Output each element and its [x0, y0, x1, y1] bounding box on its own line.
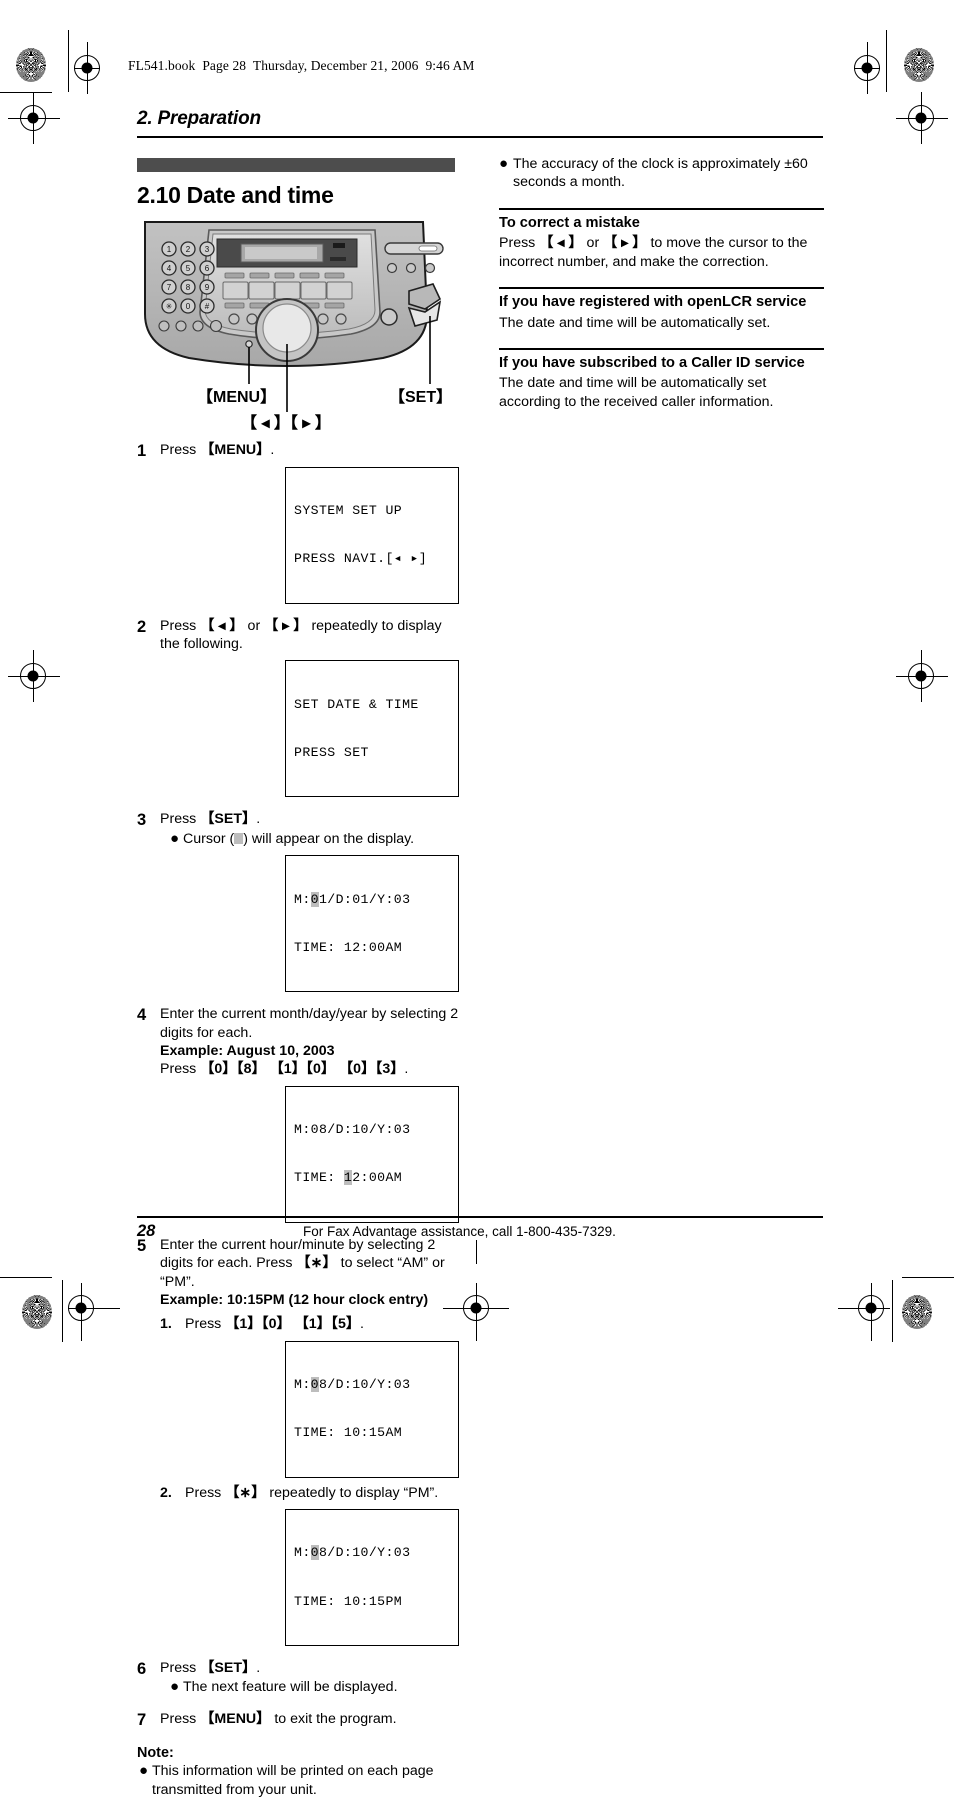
- svg-text:9: 9: [205, 283, 210, 292]
- heading-openlcr: If you have registered with openLCR serv…: [499, 293, 807, 310]
- svg-text:1: 1: [167, 245, 172, 254]
- step-1: 1 Press 【MENU】. SYSTEM SET UP PRESS NAVI…: [137, 441, 459, 604]
- substep-1-number: 1.: [160, 1316, 172, 1333]
- step-4: 4 Enter the current month/day/year by se…: [137, 1005, 459, 1223]
- svg-text:2: 2: [186, 245, 191, 254]
- svg-text:5: 5: [186, 264, 191, 273]
- step-7-number: 7: [137, 1711, 147, 1730]
- substep-1-text: Press 【1】【0】 【1】【5】.: [185, 1316, 364, 1333]
- callout-label-menu: 【MENU】: [197, 389, 277, 407]
- lcd-line-1: M:01/D:01/Y:03: [294, 891, 411, 907]
- step-5: 5 Enter the current hour/minute by selec…: [137, 1236, 459, 1646]
- page-number: 28: [137, 1222, 156, 1240]
- note-bullet-text: This information will be printed on each…: [152, 1763, 434, 1798]
- lcd-line-1: SET DATE & TIME: [294, 696, 419, 712]
- clock-accuracy-text: The accuracy of the clock is approximate…: [513, 156, 808, 191]
- step-6: 6 Press 【SET】. ● The next feature will b…: [137, 1659, 459, 1697]
- step-2-number: 2: [137, 617, 147, 636]
- step-1-text: Press 【MENU】.: [160, 442, 275, 459]
- step-4-text: Enter the current month/day/year by sele…: [160, 1006, 459, 1078]
- lcd-display-initial-date: M:01/D:01/Y:03 TIME: 12:00AM: [285, 855, 459, 993]
- bullet-icon: ●: [170, 1678, 180, 1696]
- heading-correct-mistake: To correct a mistake: [499, 214, 640, 231]
- lcd-display-system-setup: SYSTEM SET UP PRESS NAVI.[◂ ▸]: [285, 466, 459, 604]
- section-accent-bar: [137, 158, 455, 172]
- clock-accuracy-bullet: ● The accuracy of the clock is approxima…: [499, 155, 824, 192]
- step-6-bullet-text: The next feature will be displayed.: [183, 1679, 398, 1696]
- step-6-text: Press 【SET】.: [160, 1659, 261, 1676]
- step-5-text: Enter the current hour/minute by selecti…: [160, 1236, 445, 1309]
- left-column: 2.10 Date and time 1 2 3 4 5 6 7 8 9 ✳ 0…: [137, 158, 459, 1799]
- substep-2-number: 2.: [160, 1484, 172, 1501]
- step-3-bullet-text: Cursor () will appear on the display.: [183, 830, 415, 847]
- cursor-swatch: [234, 832, 244, 844]
- lcd-line-1: SYSTEM SET UP: [294, 502, 403, 518]
- svg-text:6: 6: [205, 264, 210, 273]
- body-caller-id: The date and time will be automatically …: [499, 375, 774, 410]
- svg-text:#: #: [205, 302, 210, 311]
- footer-rule: [137, 1216, 823, 1218]
- step-7: 7 Press 【MENU】 to exit the program.: [137, 1710, 459, 1731]
- body-openlcr: The date and time will be automatically …: [499, 314, 771, 331]
- callout-label-navigation: 【 ◂ 】【 ▸ 】: [241, 415, 331, 433]
- chapter-title: 2. Preparation: [137, 108, 261, 129]
- lcd-line-1: M:08/D:10/Y:03: [294, 1122, 411, 1138]
- step-2: 2 Press 【 ◂ 】 or 【 ▸ 】 repeatedly to dis…: [137, 617, 459, 798]
- step-6-bullet: ● The next feature will be displayed.: [160, 1678, 459, 1697]
- step-7-text: Press 【MENU】 to exit the program.: [160, 1711, 397, 1728]
- menu-button-on-device: [245, 340, 253, 349]
- footer-assistance-text: For Fax Advantage assistance, call 1-800…: [303, 1224, 616, 1239]
- step-3-number: 3: [137, 811, 147, 830]
- substep-2-text: Press 【∗】 repeatedly to display “PM”.: [185, 1484, 439, 1501]
- step-3-text: Press 【SET】.: [160, 811, 261, 828]
- svg-text:✳: ✳: [166, 302, 173, 311]
- step-5-number: 5: [137, 1236, 147, 1255]
- lcd-display-time-am: M:08/D:10/Y:03 TIME: 10:15AM: [285, 1340, 459, 1478]
- lcd-line-1: M:08/D:10/Y:03: [294, 1545, 411, 1561]
- step-2-text: Press 【 ◂ 】 or 【 ▸ 】 repeatedly to displ…: [160, 617, 442, 652]
- callout-label-set: 【SET】: [389, 389, 453, 407]
- lcd-display-entered-date: M:08/D:10/Y:03 TIME: 12:00AM: [285, 1085, 459, 1223]
- step-3-bullet: ● Cursor () will appear on the display.: [160, 830, 459, 849]
- lcd-display-time-pm: M:08/D:10/Y:03 TIME: 10:15PM: [285, 1509, 459, 1646]
- divider-rule-1: [499, 207, 824, 210]
- bullet-icon: ●: [170, 829, 180, 847]
- lcd-line-2: PRESS NAVI.[◂ ▸]: [294, 551, 428, 567]
- fax-machine-illustration: 1 2 3 4 5 6 7 8 9 ✳ 0 # 【MENU】 【SET】 【 ◂ 】【 ▸ …: [137, 216, 459, 432]
- lcd-display-set-date-time: SET DATE & TIME PRESS SET: [285, 660, 459, 798]
- section-title: 2.10 Date and time: [137, 182, 334, 208]
- lcd-line-2: PRESS SET: [294, 744, 369, 760]
- step-5-substep-1: 1. Press 【1】【0】 【1】【5】.: [160, 1315, 459, 1333]
- body-correct-mistake: Press 【 ◂ 】 or 【 ▸ 】 to move the cursor …: [499, 235, 808, 270]
- bullet-icon: ●: [499, 155, 509, 172]
- heading-caller-id: If you have subscribed to a Caller ID se…: [499, 354, 805, 371]
- note-bullet: ● This information will be printed on ea…: [137, 1762, 459, 1799]
- lcd-line-2: TIME: 10:15AM: [294, 1425, 403, 1441]
- note-heading: Note:: [137, 1745, 174, 1762]
- lcd-line-2: TIME: 10:15PM: [294, 1593, 403, 1609]
- step-1-number: 1: [137, 442, 147, 461]
- divider-rule-3: [499, 348, 824, 350]
- svg-text:4: 4: [167, 264, 172, 273]
- step-3: 3 Press 【SET】. ● Cursor () will appear o…: [137, 810, 459, 993]
- bullet-icon: ●: [139, 1762, 149, 1780]
- svg-text:8: 8: [186, 283, 191, 292]
- step-6-number: 6: [137, 1659, 147, 1678]
- lcd-line-1: M:08/D:10/Y:03: [294, 1377, 411, 1393]
- chapter-rule: [137, 136, 823, 138]
- step-5-substep-2: 2. Press 【∗】 repeatedly to display “PM”.: [160, 1484, 459, 1502]
- svg-text:7: 7: [167, 283, 172, 292]
- lcd-line-2: TIME: 12:00AM: [294, 1170, 403, 1186]
- right-column: ● The accuracy of the clock is approxima…: [499, 155, 824, 411]
- svg-text:0: 0: [186, 302, 191, 311]
- svg-text:3: 3: [205, 245, 210, 254]
- book-header-line: FL541.book Page 28 Thursday, December 21…: [128, 58, 475, 73]
- divider-rule-2: [499, 287, 824, 289]
- step-4-number: 4: [137, 1006, 147, 1025]
- lcd-line-2: TIME: 12:00AM: [294, 939, 403, 955]
